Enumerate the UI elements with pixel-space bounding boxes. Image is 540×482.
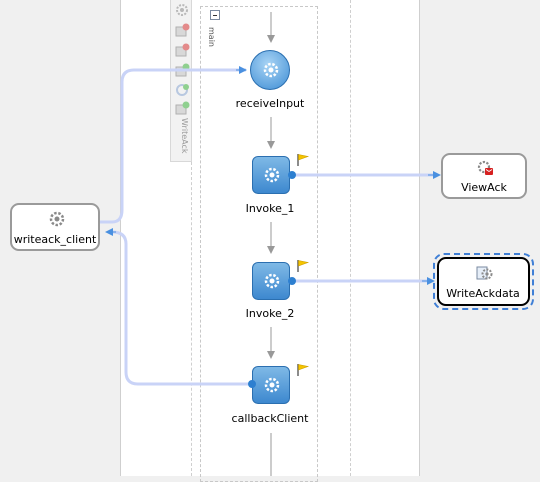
flag-icon bbox=[297, 154, 310, 166]
writeack-client-partner-link[interactable]: writeack_client bbox=[10, 203, 100, 251]
writeackdata-label: WriteAckdata bbox=[446, 287, 520, 300]
invoke-1-port[interactable] bbox=[288, 171, 296, 179]
invoke-2-port[interactable] bbox=[288, 277, 296, 285]
wire-callback-to-client[interactable] bbox=[108, 230, 248, 386]
receive-input-label: receiveInput bbox=[235, 97, 305, 110]
writeackdata-partner-link[interactable]: WriteAckdata bbox=[437, 257, 530, 306]
invoke-1-label: Invoke_1 bbox=[245, 202, 295, 215]
flag-icon bbox=[297, 260, 310, 272]
gear-icon bbox=[264, 273, 280, 289]
writeack-client-label: writeack_client bbox=[13, 233, 97, 246]
gear-icon bbox=[263, 62, 279, 78]
invoke-2-label: Invoke_2 bbox=[245, 307, 295, 320]
viewack-label: ViewAck bbox=[461, 181, 507, 194]
receive-input-activity[interactable] bbox=[250, 50, 290, 90]
callback-client-port[interactable] bbox=[248, 380, 256, 388]
service-icon bbox=[476, 266, 493, 280]
gear-icon bbox=[264, 377, 280, 393]
invoke-1-activity[interactable] bbox=[252, 156, 290, 194]
flag-icon bbox=[297, 364, 310, 376]
service-icon bbox=[49, 211, 65, 227]
viewack-partner-link[interactable]: ViewAck bbox=[441, 153, 527, 199]
service-icon bbox=[477, 160, 493, 175]
wire-client-to-receive[interactable] bbox=[100, 68, 246, 224]
callback-client-label: callbackClient bbox=[231, 412, 309, 425]
callback-client-activity[interactable] bbox=[252, 366, 290, 404]
invoke-2-activity[interactable] bbox=[252, 262, 290, 300]
gear-icon bbox=[264, 167, 280, 183]
